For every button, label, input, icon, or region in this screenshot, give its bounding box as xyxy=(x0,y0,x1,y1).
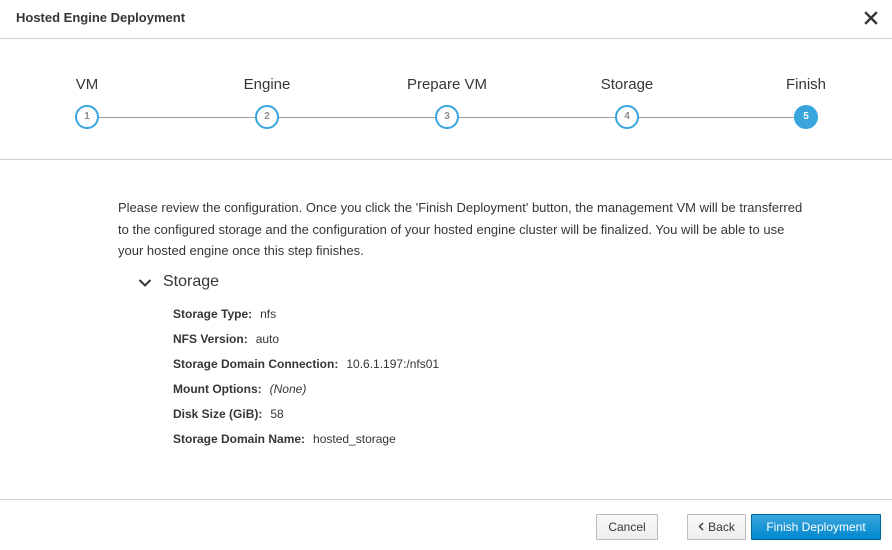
review-content: Please review the configuration. Once yo… xyxy=(0,160,892,499)
wizard-step-vm[interactable]: VM 1 xyxy=(17,39,157,139)
wizard-step-label: Finish xyxy=(785,76,826,93)
storage-domain-name-row: Storage Domain Name: hosted_storage xyxy=(173,432,439,457)
storage-type-row: Storage Type: nfs xyxy=(173,307,439,332)
dialog-footer: Cancel Back Finish Deployment xyxy=(0,499,892,550)
review-intro-text: Please review the configuration. Once yo… xyxy=(118,200,803,258)
wizard-step-storage[interactable]: Storage 4 xyxy=(557,39,697,139)
wizard-step-number: 3 xyxy=(435,105,459,129)
storage-domain-connection-row: Storage Domain Connection: 10.6.1.197:/nf… xyxy=(173,357,439,382)
mount-options-value: (None) xyxy=(269,382,307,396)
hosted-engine-deployment-dialog: Hosted Engine Deployment VM 1 Engine 2 P… xyxy=(0,0,892,550)
nfs-version-label: NFS Version: xyxy=(173,332,248,346)
storage-domain-connection-value: 10.6.1.197:/nfs01 xyxy=(346,357,440,371)
wizard-step-number: 4 xyxy=(615,105,639,129)
disk-size-value: 58 xyxy=(270,407,284,421)
storage-type-value: nfs xyxy=(260,307,277,321)
wizard-steps: VM 1 Engine 2 Prepare VM 3 Storage 4 Fin… xyxy=(0,39,892,160)
disk-size-row: Disk Size (GiB): 58 xyxy=(173,407,439,432)
back-button[interactable]: Back xyxy=(687,514,746,540)
dialog-header: Hosted Engine Deployment xyxy=(0,0,892,39)
dialog-title: Hosted Engine Deployment xyxy=(16,10,186,25)
chevron-down-icon xyxy=(138,279,152,287)
wizard-step-prepare-vm[interactable]: Prepare VM 3 xyxy=(377,39,517,139)
mount-options-row: Mount Options: (None) xyxy=(173,382,439,407)
storage-domain-name-label: Storage Domain Name: xyxy=(173,432,306,446)
storage-domain-name-value: hosted_storage xyxy=(313,432,396,446)
back-button-label: Back xyxy=(708,520,735,534)
wizard-step-label: Prepare VM xyxy=(406,76,488,93)
storage-domain-connection-label: Storage Domain Connection: xyxy=(173,357,339,371)
chevron-left-icon xyxy=(698,522,704,531)
disk-size-label: Disk Size (GiB): xyxy=(173,407,263,421)
finish-deployment-button[interactable]: Finish Deployment xyxy=(751,514,881,540)
wizard-step-label: VM xyxy=(75,76,99,93)
nfs-version-row: NFS Version: auto xyxy=(173,332,439,357)
wizard-step-number: 5 xyxy=(794,105,818,129)
storage-details: Storage Type: nfs NFS Version: auto Storag… xyxy=(173,307,439,457)
close-button[interactable] xyxy=(860,7,882,29)
nfs-version-value: auto xyxy=(255,332,280,346)
close-icon xyxy=(864,11,878,25)
storage-type-label: Storage Type: xyxy=(173,307,253,321)
mount-options-label: Mount Options: xyxy=(173,382,262,396)
wizard-step-label: Engine xyxy=(243,76,291,93)
wizard-step-finish[interactable]: Finish 5 xyxy=(736,39,876,139)
cancel-button[interactable]: Cancel xyxy=(596,514,658,540)
wizard-step-number: 2 xyxy=(255,105,279,129)
wizard-step-engine[interactable]: Engine 2 xyxy=(197,39,337,139)
wizard-step-number: 1 xyxy=(75,105,99,129)
wizard-step-label: Storage xyxy=(600,76,654,93)
storage-section-title: Storage xyxy=(163,273,220,290)
